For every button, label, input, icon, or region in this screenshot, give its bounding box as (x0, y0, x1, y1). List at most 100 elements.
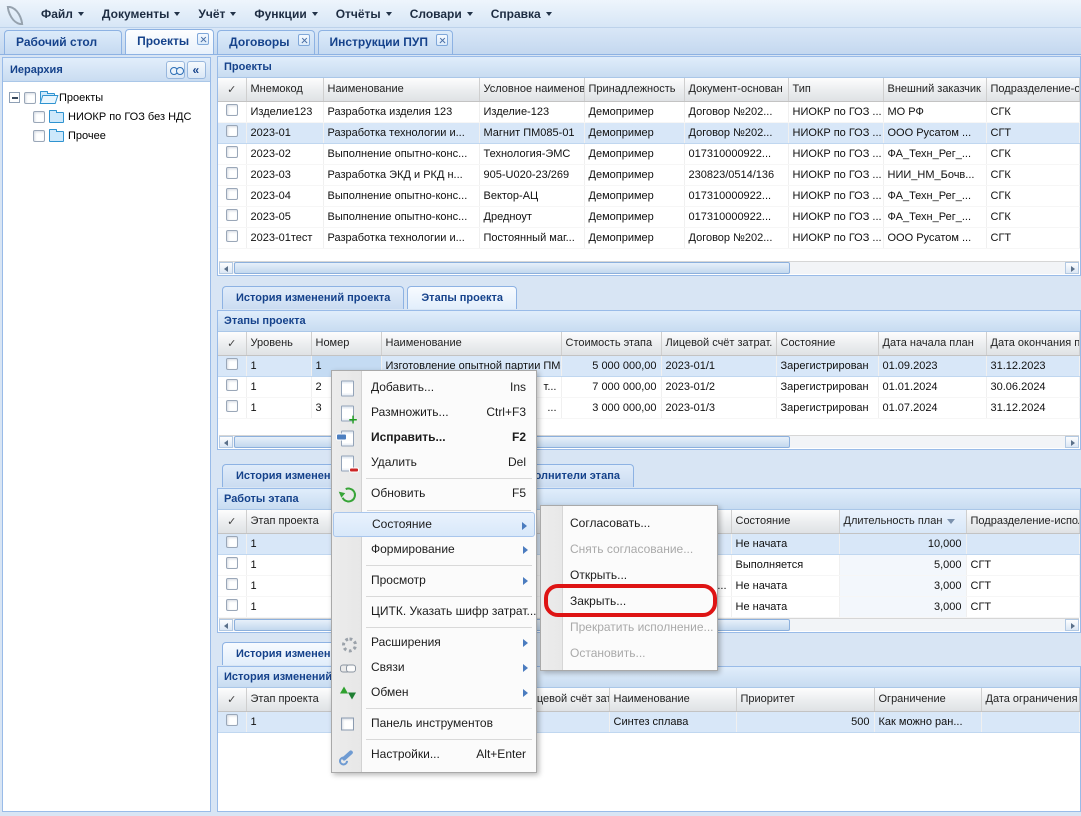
section-tab[interactable]: Этапы проекта (407, 286, 517, 309)
row-checkbox[interactable] (226, 536, 238, 548)
close-tab-icon[interactable] (436, 34, 448, 46)
column-header[interactable]: Номер (311, 332, 381, 355)
column-header[interactable]: Стоимость этапа (561, 332, 661, 355)
close-tab-icon[interactable] (197, 33, 209, 45)
collapse-panel-button[interactable] (187, 61, 206, 79)
row-checkbox[interactable] (226, 167, 238, 179)
close-tab-icon[interactable] (298, 34, 310, 46)
column-header[interactable]: Документ-основан (684, 78, 788, 101)
context-menu-item[interactable]: Формирование (333, 537, 535, 562)
submenu-item[interactable]: Снять согласование... (542, 536, 716, 562)
main-tab[interactable]: Договоры (217, 30, 314, 54)
project-row[interactable]: 2023-02 Выполнение опытно-конс... Технол… (218, 143, 1080, 164)
row-checkbox[interactable] (226, 379, 238, 391)
column-header[interactable]: Подразделение-от (986, 78, 1080, 101)
column-header[interactable]: Состояние (776, 332, 878, 355)
submenu-item[interactable]: Прекратить исполнение... (542, 614, 716, 640)
context-menu-item[interactable]: Размножить... Ctrl+F3 (333, 400, 535, 425)
select-all-header[interactable]: ✓ (218, 510, 246, 533)
column-header[interactable]: Внешний заказчик (883, 78, 986, 101)
row-checkbox[interactable] (226, 358, 238, 370)
context-menu-item[interactable]: ЦИТК. Указать шифр затрат... (333, 599, 535, 624)
row-checkbox[interactable] (226, 557, 238, 569)
submenu-item[interactable]: Открыть... (542, 562, 716, 588)
tree-item[interactable]: НИОКР по ГОЗ без НДС (9, 107, 206, 126)
row-checkbox[interactable] (226, 125, 238, 137)
context-menu-item[interactable]: Обмен (333, 680, 535, 705)
column-header[interactable]: Дата начала план (878, 332, 986, 355)
submenu-item[interactable]: Остановить... (542, 640, 716, 666)
project-row[interactable]: 2023-05 Выполнение опытно-конс... Дредно… (218, 206, 1080, 227)
select-all-header[interactable]: ✓ (218, 688, 246, 711)
column-header[interactable]: Приоритет (736, 688, 874, 711)
main-tab[interactable]: Рабочий стол (4, 30, 122, 54)
submenu-item[interactable]: Согласовать... (542, 510, 716, 536)
select-all-header[interactable]: ✓ (218, 78, 246, 101)
submenu-item[interactable]: Закрыть... (542, 588, 716, 614)
search-button[interactable] (166, 61, 185, 79)
column-header[interactable]: Ограничение (874, 688, 981, 711)
row-checkbox[interactable] (226, 104, 238, 116)
context-menu-item[interactable]: Панель инструментов (333, 711, 535, 736)
project-row[interactable]: Изделие123 Разработка изделия 123 Издели… (218, 101, 1080, 122)
row-checkbox[interactable] (226, 230, 238, 242)
column-header[interactable]: Принадлежность (584, 78, 684, 101)
column-header[interactable]: Наименование (381, 332, 561, 355)
column-header[interactable]: Подразделение-исполн (966, 510, 1080, 533)
scroll-right-icon[interactable] (1065, 619, 1079, 631)
column-header[interactable]: Лицевой счёт затрат. (661, 332, 776, 355)
column-header[interactable]: Уровень (246, 332, 311, 355)
menubar-item[interactable]: Функции (245, 3, 326, 25)
horizontal-scrollbar[interactable] (219, 261, 1079, 274)
tree-checkbox[interactable] (33, 111, 45, 123)
context-menu-item[interactable]: Связи (333, 655, 535, 680)
scroll-right-icon[interactable] (1065, 262, 1079, 274)
menubar-item[interactable]: Файл (32, 3, 93, 25)
column-header[interactable]: Дата окончания п (986, 332, 1080, 355)
tree-item[interactable]: Прочее (9, 126, 206, 145)
column-header[interactable]: Этап проекта (246, 688, 331, 711)
column-header[interactable]: Наименование (323, 78, 479, 101)
column-header[interactable]: Мнемокод (246, 78, 323, 101)
context-menu-item[interactable]: Состояние (333, 512, 535, 537)
row-checkbox[interactable] (226, 188, 238, 200)
column-header[interactable]: Этап проекта (246, 510, 331, 533)
main-tab[interactable]: Инструкции ПУП (318, 30, 453, 54)
column-header[interactable]: Наименование (609, 688, 736, 711)
row-checkbox[interactable] (226, 599, 238, 611)
row-checkbox[interactable] (226, 714, 238, 726)
select-all-header[interactable]: ✓ (218, 332, 246, 355)
scroll-thumb[interactable] (234, 262, 790, 274)
column-header[interactable]: Тип (788, 78, 883, 101)
collapse-expander-icon[interactable] (9, 92, 20, 103)
menubar-item[interactable]: Справка (482, 3, 561, 25)
row-checkbox[interactable] (226, 400, 238, 412)
scroll-left-icon[interactable] (219, 436, 233, 448)
menubar-item[interactable]: Словари (401, 3, 482, 25)
main-tab[interactable]: Проекты (125, 29, 214, 54)
row-checkbox[interactable] (226, 578, 238, 590)
project-row[interactable]: 2023-01 Разработка технологии и... Магни… (218, 122, 1080, 143)
column-header[interactable]: Условное наименова (479, 78, 584, 101)
context-menu-item[interactable]: Просмотр (333, 568, 535, 593)
context-menu-item[interactable]: Добавить... Ins (333, 375, 535, 400)
context-menu-item[interactable]: Обновить F5 (333, 481, 535, 506)
menubar-item[interactable]: Документы (93, 3, 189, 25)
scroll-left-icon[interactable] (219, 262, 233, 274)
context-menu-item[interactable]: Расширения (333, 630, 535, 655)
scroll-right-icon[interactable] (1065, 436, 1079, 448)
context-menu-item[interactable]: Настройки... Alt+Enter (333, 742, 535, 767)
context-menu-item[interactable]: Исправить... F2 (333, 425, 535, 450)
menubar-item[interactable]: Отчёты (327, 3, 401, 25)
column-header[interactable]: Состояние (731, 510, 839, 533)
project-row[interactable]: 2023-01тест Разработка технологии и... П… (218, 227, 1080, 248)
section-tab[interactable]: История изменений проекта (222, 286, 404, 309)
column-header[interactable]: Дата ограничения (981, 688, 1080, 711)
tree-checkbox[interactable] (24, 92, 36, 104)
context-menu-item[interactable]: Удалить Del (333, 450, 535, 475)
tree-item[interactable]: Проекты (9, 88, 206, 107)
column-header-sorted[interactable]: Длительность план (839, 510, 966, 533)
project-row[interactable]: 2023-03 Разработка ЭКД и РКД н... 905-U0… (218, 164, 1080, 185)
scroll-left-icon[interactable] (219, 619, 233, 631)
project-row[interactable]: 2023-04 Выполнение опытно-конс... Вектор… (218, 185, 1080, 206)
